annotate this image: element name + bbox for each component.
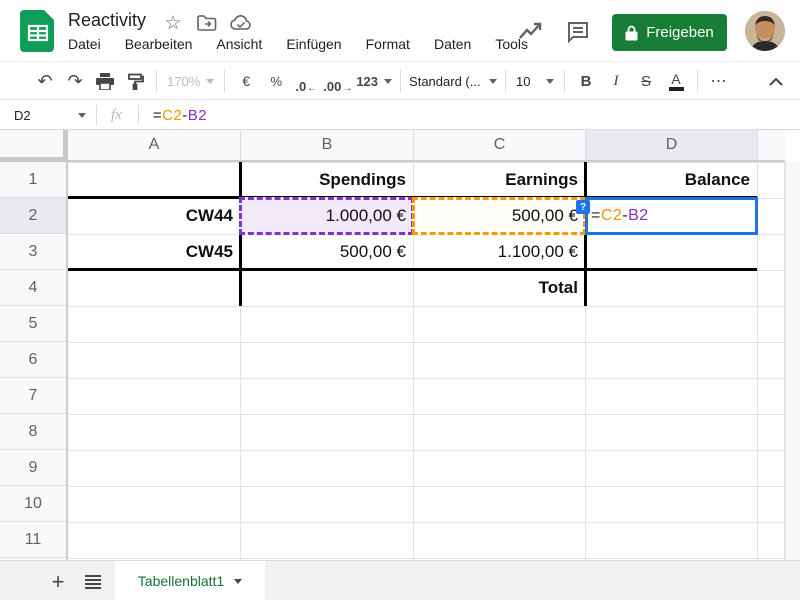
chevron-down-icon [234,579,242,584]
menu-daten[interactable]: Daten [434,36,471,52]
select-all-corner[interactable] [0,130,68,162]
row-header-11[interactable]: 11 [0,522,66,558]
cell-C3[interactable]: 1.100,00 € [413,234,585,270]
title-bar: Reactivity ☆ Datei Bearbeiten Ansicht Ei… [0,0,800,62]
chevron-down-icon [489,79,497,84]
chevron-down-icon [78,113,86,118]
currency-format-button[interactable]: € [233,68,259,94]
column-header-c[interactable]: C [413,130,585,160]
zoom-select[interactable]: 170% [163,74,218,89]
google-sheets-app: Reactivity ☆ Datei Bearbeiten Ansicht Ei… [0,0,800,600]
cell-B3[interactable]: 500,00 € [240,234,413,270]
row-headers: 1 2 3 4 5 6 7 8 9 10 11 [0,162,68,560]
row-header-8[interactable]: 8 [0,414,66,450]
cell-C4[interactable]: Total [413,270,585,306]
row-header-1[interactable]: 1 [0,162,66,198]
text-color-button[interactable]: A [663,68,689,94]
increase-decimals-button[interactable]: .00→ [323,68,352,94]
paint-format-button[interactable] [122,68,148,94]
row-header-5[interactable]: 5 [0,306,66,342]
print-button[interactable] [92,68,118,94]
formula-token-ref1: C2 [162,107,182,124]
formula-token-ref1: C2 [601,207,622,225]
sheets-logo-icon[interactable] [20,10,56,57]
formula-token-ref2: B2 [188,107,207,124]
row-header-7[interactable]: 7 [0,378,66,414]
column-header-d[interactable]: D [585,130,757,160]
font-size-select[interactable]: 10 [512,74,558,89]
column-header-b[interactable]: B [240,130,413,160]
share-button-label: Freigeben [646,24,714,41]
row-header-2[interactable]: 2 [0,198,66,234]
comment-icon[interactable] [564,18,592,46]
row-header-3[interactable]: 3 [0,234,66,270]
share-button[interactable]: Freigeben [612,14,727,51]
name-box[interactable]: D2 [0,108,96,123]
row-header-6[interactable]: 6 [0,342,66,378]
bold-button[interactable]: B [573,68,599,94]
cell-D1[interactable]: Balance [585,162,757,198]
vertical-scrollbar[interactable] [785,162,800,560]
menu-einfuegen[interactable]: Einfügen [286,36,341,52]
font-family-select[interactable]: Standard (... [407,74,499,89]
all-sheets-menu-button[interactable] [80,569,106,595]
account-avatar[interactable] [745,11,785,51]
move-folder-icon[interactable] [196,12,218,34]
menu-bearbeiten[interactable]: Bearbeiten [125,36,193,52]
zoom-value: 170% [167,74,200,89]
column-header-a[interactable]: A [68,130,240,160]
text-color-swatch [669,87,684,91]
row-header-10[interactable]: 10 [0,486,66,522]
insights-icon[interactable] [516,18,544,46]
percent-format-button[interactable]: % [263,68,289,94]
formula-token-eq: = [153,107,162,124]
table-border [68,268,757,271]
star-icon[interactable]: ☆ [162,12,184,34]
cloud-saved-icon[interactable] [230,12,252,34]
menu-ansicht[interactable]: Ansicht [216,36,262,52]
cell-B1[interactable]: Spendings [240,162,413,198]
sheet-tabs-bar: + Tabellenblatt1 ✦ ‹ [0,560,800,600]
strikethrough-button[interactable]: S [633,68,659,94]
add-sheet-button[interactable]: + [45,569,71,595]
redo-button[interactable]: ↷ [62,68,88,94]
formula-token-ref2: B2 [628,207,649,225]
cell-A3[interactable]: CW45 [68,234,240,270]
formula-bar: D2 fx =C2-B2 [0,101,800,130]
cell-C1[interactable]: Earnings [413,162,585,198]
formula-token-eq: = [591,207,601,225]
spreadsheet-grid: A B C D 1 2 3 4 5 6 7 8 9 10 11 Spending… [0,130,800,560]
fx-icon: fx [111,107,122,124]
menu-format[interactable]: Format [366,36,410,52]
italic-button[interactable]: I [603,68,629,94]
undo-button[interactable]: ↶ [32,68,58,94]
collapse-toolbar-button[interactable] [764,70,788,94]
editing-cell-D2[interactable]: =C2-B2 [585,197,758,235]
formula-help-badge[interactable]: ? [576,200,590,214]
lock-icon [625,25,638,41]
chevron-down-icon [384,79,392,84]
cell-A2[interactable]: CW44 [68,198,240,234]
column-headers: A B C D [68,130,785,162]
toolbar: ↶ ↷ 170% € % .0← .00→ [0,63,800,100]
menu-bar: Datei Bearbeiten Ansicht Einfügen Format… [68,36,528,52]
row-header-9[interactable]: 9 [0,450,66,486]
font-size-value: 10 [516,74,530,89]
more-toolbar-button[interactable]: ⋯ [706,68,732,94]
decrease-decimals-button[interactable]: .0← [293,68,319,94]
sheet-tab-tabellenblatt1[interactable]: Tabellenblatt1 [115,561,265,600]
chevron-down-icon [546,79,554,84]
formula-input[interactable]: =C2-B2 [153,107,207,124]
sheet-tab-label: Tabellenblatt1 [138,573,224,589]
chevron-down-icon [206,79,214,84]
row-header-4[interactable]: 4 [0,270,66,306]
referenced-cell-C2[interactable]: 500,00 € [412,197,586,235]
document-title[interactable]: Reactivity [68,10,146,31]
column-header-e-partial[interactable] [757,130,785,160]
active-cell-reference: D2 [14,108,31,123]
menu-datei[interactable]: Datei [68,36,101,52]
number-format-button[interactable]: 123 [356,68,392,94]
referenced-cell-B2[interactable]: 1.000,00 € [239,197,414,235]
font-family-value: Standard (... [409,74,481,89]
